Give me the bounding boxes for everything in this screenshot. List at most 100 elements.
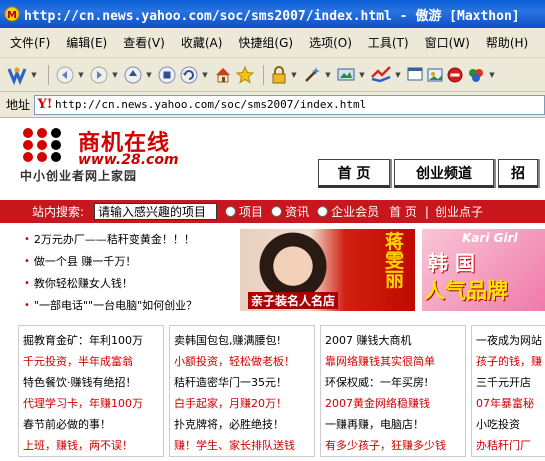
link-item[interactable]: 2007黄金网络稳赚钱 [325, 393, 465, 414]
up-icon[interactable] [123, 63, 143, 87]
back-icon[interactable] [55, 63, 75, 87]
chevron-down-icon[interactable]: ▼ [488, 63, 496, 87]
window-title: http://cn.news.yahoo.com/soc/sms2007/ind… [24, 8, 520, 24]
search-label: 站内搜索: [32, 205, 85, 219]
chevron-down-icon[interactable]: ▼ [324, 63, 332, 87]
chevron-down-icon[interactable]: ▼ [394, 63, 402, 87]
ad-banner-celebrity[interactable]: 蒋雯丽 亲子装名人名店 [240, 229, 415, 311]
window-icon[interactable] [406, 63, 424, 87]
chevron-down-icon[interactable]: ▼ [77, 63, 85, 87]
site-slogan: 中小创业者网上家园 [20, 169, 138, 183]
menu-help[interactable]: 帮助(H) [478, 28, 536, 58]
chevron-down-icon[interactable]: ▼ [145, 63, 153, 87]
link-item[interactable]: 有多少孩子，狂赚多少钱 [325, 435, 465, 456]
lock-icon[interactable] [270, 63, 288, 87]
menu-window[interactable]: 窗口(W) [417, 28, 478, 58]
ad-caption: 亲子装名人名店 [248, 292, 339, 309]
nav-tab-startup[interactable]: 创业频道 [394, 159, 494, 188]
yahoo-favicon-icon: Y! [37, 97, 54, 112]
link-item[interactable]: 上班，赚钱，两不误！ [23, 435, 163, 456]
toolbar: ▼ ▼ ▼ ▼ ▼ ▼ ▼ ▼ ▼ ▼ [0, 58, 545, 92]
link-item[interactable]: 2007 赚钱大商机 [325, 330, 465, 351]
link-item[interactable]: 秸秆造密华门一35元！ [174, 372, 314, 393]
link-item[interactable]: 赚！学生、家长排队送钱 [174, 435, 314, 456]
address-input[interactable]: Y! http://cn.news.yahoo.com/soc/sms2007/… [34, 94, 545, 115]
link-item[interactable]: 一赚再赚，电脑店！ [325, 414, 465, 435]
bullet-icon: • [24, 300, 30, 311]
favorites-star-icon[interactable] [235, 63, 255, 87]
link-item[interactable]: 千元投资，半年成富翁 [23, 351, 163, 372]
ad-brand: Kari Girl [462, 231, 518, 245]
window-titlebar: M http://cn.news.yahoo.com/soc/sms2007/i… [0, 0, 545, 28]
site-nav: 首 页 创业频道 招 [318, 159, 542, 188]
link-item[interactable]: 白手起家，月赚20万！ [174, 393, 314, 414]
page-content: 商机在线 www.28.com 中小创业者网上家园 首 页 创业频道 招 站内搜… [0, 119, 545, 461]
menu-options[interactable]: 选项(O) [301, 28, 360, 58]
address-url: http://cn.news.yahoo.com/soc/sms2007/ind… [55, 98, 367, 111]
menu-file[interactable]: 文件(F) [0, 28, 58, 58]
list-item[interactable]: • 2万元办厂——秸秆变黄金！！！ [24, 229, 197, 251]
link-item[interactable]: 靠网络赚钱其实很简单 [325, 351, 465, 372]
radio-icon [225, 206, 237, 217]
chevron-down-icon[interactable]: ▼ [201, 63, 209, 87]
search-input[interactable]: 请输入感兴趣的项目 [94, 203, 218, 220]
ad-banner-korea[interactable]: Kari Girl 韩 国 人气品牌 [422, 229, 545, 311]
link-item[interactable]: 环保权威：一年买房! [325, 372, 465, 393]
menu-group[interactable]: 快捷组(G) [230, 28, 301, 58]
link-column-3: 2007 赚钱大商机 靠网络赚钱其实很简单 环保权威：一年买房! 2007黄金网… [320, 325, 466, 457]
bullet-icon: • [24, 256, 30, 267]
chevron-down-icon[interactable]: ▼ [30, 63, 38, 87]
list-item[interactable]: • "一部电话""一台电脑"如何创业？ [24, 295, 197, 317]
close-icon[interactable] [446, 63, 464, 87]
nav-tab-home[interactable]: 首 页 [318, 159, 390, 188]
menu-edit[interactable]: 编辑(E) [58, 28, 115, 58]
nav-tab-recruit[interactable]: 招 [498, 159, 538, 188]
link-item[interactable]: 孩子的钱，赚 [476, 351, 545, 372]
link-item[interactable]: 春节前必做的事！ [23, 414, 163, 435]
link-column-4: 一夜成为网站 孩子的钱，赚 三千元开店 07年暴富秘 小吃投资 办秸秆门厂 [471, 325, 545, 457]
chevron-down-icon[interactable]: ▼ [290, 63, 298, 87]
maxthon-app-icon: M [4, 6, 20, 22]
link-item[interactable]: 代理学习卡，年赚100万 [23, 393, 163, 414]
image-icon[interactable] [426, 63, 444, 87]
link-item[interactable]: 小额投资，轻松做老板！ [174, 351, 314, 372]
menu-view[interactable]: 查看(V) [115, 28, 173, 58]
link-item[interactable]: 办秸秆门厂 [476, 435, 545, 456]
news-list: • 2万元办厂——秸秆变黄金！！！ • 做一个县 赚一千万！ • 教你轻松赚女人钱！ … [24, 229, 197, 317]
link-item[interactable]: 特色餐饮·赚钱有绝招！ [23, 372, 163, 393]
refresh-icon[interactable] [179, 63, 199, 87]
screen-icon[interactable] [336, 63, 356, 87]
link-item[interactable]: 三千元开店 [476, 372, 545, 393]
link-item[interactable]: 小吃投资 [476, 414, 545, 435]
chevron-down-icon[interactable]: ▼ [358, 63, 366, 87]
radio-icon [317, 206, 329, 217]
link-item[interactable]: 卖韩国包包,赚满腰包! [174, 330, 314, 351]
chevron-down-icon[interactable]: ▼ [111, 63, 119, 87]
home-icon[interactable] [213, 63, 233, 87]
search-link-ideas[interactable]: 创业点子 [435, 203, 483, 220]
list-item[interactable]: • 教你轻松赚女人钱！ [24, 273, 197, 295]
forward-icon[interactable] [89, 63, 109, 87]
link-item[interactable]: 07年暴富秘 [476, 393, 545, 414]
link-column-2: 卖韩国包包,赚满腰包! 小额投资，轻松做老板！ 秸秆造密华门一35元！ 白手起家… [169, 325, 315, 457]
menu-tools[interactable]: 工具(T) [360, 28, 417, 58]
stop-icon[interactable] [157, 63, 177, 87]
bullet-icon: • [24, 278, 30, 289]
search-link-home[interactable]: 首 页 [389, 203, 417, 220]
link-item[interactable]: 一夜成为网站 [476, 330, 545, 351]
maxthon-icon[interactable] [6, 63, 28, 87]
logo-url: www.28.com [78, 152, 179, 168]
menu-favorites[interactable]: 收藏(A) [173, 28, 231, 58]
link-item[interactable]: 扑克牌将，必胜绝技！ [174, 414, 314, 435]
search-option-member[interactable]: 企业会员 [317, 203, 379, 220]
bullet-icon: • [24, 234, 30, 245]
search-option-news[interactable]: 资讯 [271, 203, 309, 220]
puzzle-icon[interactable] [466, 63, 486, 87]
list-item[interactable]: • 做一个县 赚一千万！ [24, 251, 197, 273]
link-item[interactable]: 掘教育金矿：年利100万 [23, 330, 163, 351]
logo-circles-icon [23, 128, 61, 162]
ad-headline: 蒋雯丽 [385, 231, 405, 291]
mail-icon[interactable] [370, 63, 392, 87]
magic-icon[interactable] [302, 63, 322, 87]
search-option-project[interactable]: 项目 [225, 203, 263, 220]
